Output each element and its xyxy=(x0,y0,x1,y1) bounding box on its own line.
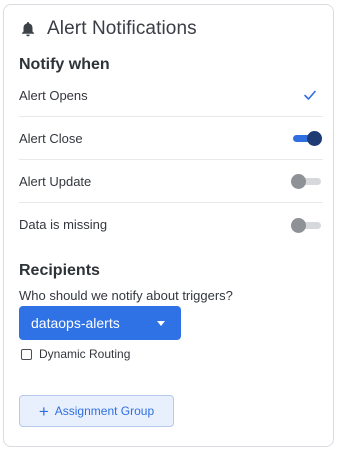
notify-options-list: Alert Opens Alert Close Alert Update Dat… xyxy=(19,74,323,246)
caret-down-icon xyxy=(157,320,165,326)
page-title: Alert Notifications xyxy=(47,18,197,39)
checkmark-icon[interactable] xyxy=(303,88,317,102)
recipients-heading: Recipients xyxy=(19,262,100,279)
panel-header: Alert Notifications xyxy=(19,18,197,40)
toggle-knob xyxy=(291,217,306,233)
dynamic-routing-option[interactable]: Dynamic Routing xyxy=(21,347,130,361)
recipient-select[interactable]: dataops-alerts xyxy=(19,306,181,340)
recipient-select-value: dataops-alerts xyxy=(31,315,120,331)
notify-row-alert-opens[interactable]: Alert Opens xyxy=(19,74,323,117)
assignment-group-label: Assignment Group xyxy=(54,404,155,418)
notify-row-label: Alert Opens xyxy=(19,87,88,103)
notify-when-heading: Notify when xyxy=(19,56,110,73)
add-assignment-group-button[interactable]: + Assignment Group xyxy=(19,395,174,427)
alert-close-toggle[interactable] xyxy=(291,131,322,146)
recipients-question: Who should we notify about triggers? xyxy=(19,288,233,303)
notify-row-label: Data is missing xyxy=(19,217,108,232)
notify-row-label: Alert Close xyxy=(19,130,83,146)
data-missing-toggle[interactable] xyxy=(291,217,321,233)
plus-icon: + xyxy=(38,401,49,421)
notify-row-alert-close[interactable]: Alert Close xyxy=(19,117,323,160)
dynamic-routing-label: Dynamic Routing xyxy=(39,347,131,361)
notify-row-label: Alert Update xyxy=(19,173,92,189)
notify-row-alert-update[interactable]: Alert Update xyxy=(19,160,323,203)
dynamic-routing-checkbox[interactable] xyxy=(21,348,32,360)
toggle-knob xyxy=(307,131,322,146)
toggle-knob xyxy=(291,174,306,189)
alert-update-toggle[interactable] xyxy=(291,174,321,189)
alert-notifications-panel: Alert Notifications Notify when Alert Op… xyxy=(3,4,334,447)
notify-row-data-missing[interactable]: Data is missing xyxy=(19,203,323,246)
bell-icon xyxy=(19,20,37,38)
